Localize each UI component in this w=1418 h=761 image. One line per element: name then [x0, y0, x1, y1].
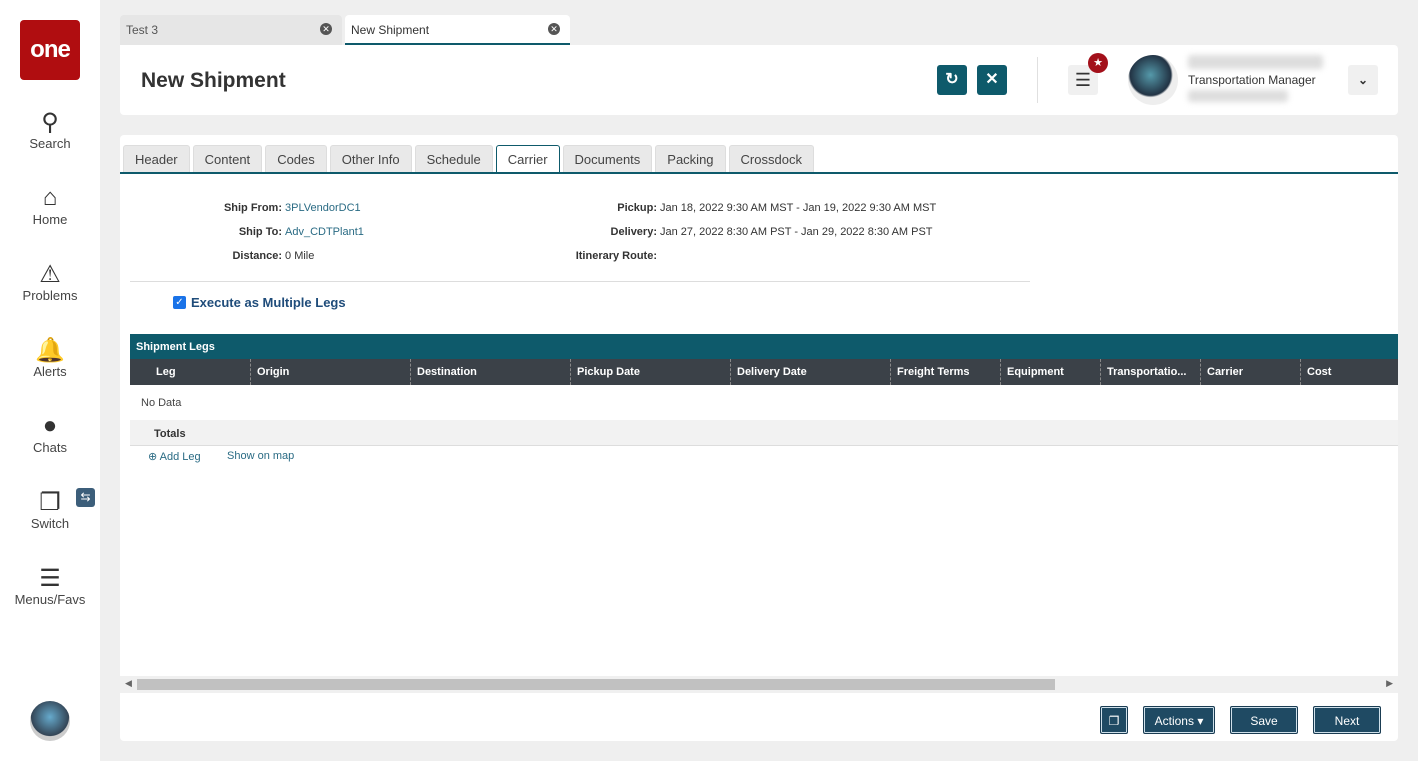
tab-bar: Header Content Codes Other Info Schedule… — [123, 145, 814, 174]
add-leg-link[interactable]: ⊕ Add Leg — [148, 450, 201, 463]
save-button[interactable]: Save — [1230, 706, 1298, 734]
scroll-left-icon[interactable]: ◀ — [125, 678, 132, 689]
bell-icon: 🔔 — [35, 337, 65, 364]
tab-other-info[interactable]: Other Info — [329, 145, 412, 172]
copy-icon: ❐ — [1108, 714, 1120, 728]
user-dropdown-button[interactable]: ⌄ — [1348, 65, 1378, 95]
tab-crossdock[interactable]: Crossdock — [728, 145, 814, 172]
page-title: New Shipment — [141, 69, 286, 92]
chat-icon: ● — [42, 412, 58, 439]
nav-label: Menus/Favs — [14, 592, 86, 607]
copy-button[interactable]: ❐ — [1100, 706, 1128, 734]
tab-codes[interactable]: Codes — [265, 145, 327, 172]
user-role: Transportation Manager — [1188, 73, 1316, 87]
col-destination[interactable]: Destination — [410, 359, 570, 385]
itinerary-label: Itinerary Route: — [575, 250, 657, 262]
star-badge-icon: ★ — [1088, 53, 1108, 73]
show-on-map-link[interactable]: Show on map — [227, 450, 294, 462]
col-leg[interactable]: Leg — [150, 359, 250, 385]
refresh-button[interactable]: ↻ — [937, 65, 967, 95]
grid-totals: Totals — [130, 420, 1398, 446]
distance-number: 0 — [285, 250, 292, 262]
ship-to-link[interactable]: Adv_CDTPlant1 — [285, 226, 364, 238]
nav-home[interactable]: ⌂ Home — [0, 184, 100, 227]
tab-schedule[interactable]: Schedule — [414, 145, 493, 172]
close-tab-icon[interactable]: ✕ — [320, 23, 332, 35]
switch-badge-icon[interactable]: ⇆ — [76, 488, 95, 507]
col-delivery-date[interactable]: Delivery Date — [730, 359, 890, 385]
nav-search[interactable]: ⚲ Search — [0, 108, 100, 151]
distance-value: 0 Mile — [285, 250, 314, 262]
scroll-right-icon[interactable]: ▶ — [1386, 678, 1393, 689]
grid-empty: No Data — [141, 397, 182, 409]
warning-icon: ⚠ — [39, 261, 61, 288]
actions-label: Actions — [1154, 714, 1194, 728]
close-tab-icon[interactable]: ✕ — [548, 23, 560, 35]
nav-problems[interactable]: ⚠ Problems — [0, 260, 100, 303]
divider — [1037, 57, 1038, 103]
grid-header: Leg Origin Destination Pickup Date Deliv… — [130, 359, 1398, 385]
logo[interactable]: one — [20, 20, 80, 80]
delivery-value: Jan 27, 2022 8:30 AM PST - Jan 29, 2022 … — [660, 226, 933, 238]
tab-underline — [120, 172, 1398, 174]
nav-alerts[interactable]: 🔔 Alerts — [0, 336, 100, 379]
nav-label: Chats — [33, 440, 67, 455]
close-button[interactable]: ✕ — [977, 65, 1007, 95]
nav-label: Search — [29, 136, 71, 151]
nav-label: Home — [32, 212, 68, 227]
scroll-thumb[interactable] — [137, 679, 1055, 690]
tab-header[interactable]: Header — [123, 145, 190, 172]
top-tab-new-shipment[interactable]: New Shipment ✕ — [345, 15, 570, 45]
col-equipment[interactable]: Equipment — [1000, 359, 1100, 385]
blurred-user-org — [1188, 90, 1288, 102]
execute-multiple-legs-checkbox[interactable]: ✓ — [173, 296, 186, 309]
ship-to-label: Ship To: — [238, 226, 282, 238]
nav-chats[interactable]: ● Chats — [0, 412, 100, 455]
execute-multiple-legs-label[interactable]: Execute as Multiple Legs — [191, 295, 346, 310]
main-panel: Header Content Codes Other Info Schedule… — [120, 135, 1398, 741]
ship-from-link[interactable]: 3PLVendorDC1 — [285, 202, 361, 214]
col-pickup-date[interactable]: Pickup Date — [570, 359, 730, 385]
col-cost[interactable]: Cost — [1300, 359, 1398, 385]
horizontal-scrollbar[interactable]: ◀ ▶ — [120, 676, 1398, 693]
tab-documents[interactable]: Documents — [562, 145, 653, 172]
delivery-label: Delivery: — [610, 226, 657, 238]
plus-circle-icon: ⊕ — [148, 451, 158, 463]
pickup-label: Pickup: — [617, 202, 657, 214]
menu-icon: ☰ — [39, 565, 61, 592]
col-transportation[interactable]: Transportatio... — [1100, 359, 1200, 385]
next-button[interactable]: Next — [1313, 706, 1381, 734]
grid-title: Shipment Legs — [130, 334, 1398, 359]
pickup-value: Jan 18, 2022 9:30 AM MST - Jan 19, 2022 … — [660, 202, 937, 214]
user-avatar[interactable] — [30, 701, 70, 741]
tab-carrier[interactable]: Carrier — [495, 145, 560, 174]
col-origin[interactable]: Origin — [250, 359, 410, 385]
tab-content[interactable]: Content — [192, 145, 263, 172]
blurred-user-name — [1188, 55, 1323, 69]
add-leg-label: Add Leg — [159, 451, 201, 463]
col-freight-terms[interactable]: Freight Terms — [890, 359, 1000, 385]
ship-from-label: Ship From: — [223, 202, 282, 214]
search-icon: ⚲ — [41, 109, 59, 136]
tab-label: Test 3 — [126, 23, 159, 37]
nav-label: Alerts — [33, 364, 67, 379]
distance-label: Distance: — [232, 250, 282, 262]
tab-label: New Shipment — [351, 23, 430, 37]
nav-menus[interactable]: ☰ Menus/Favs — [0, 564, 100, 607]
nav-label: Problems — [22, 288, 78, 303]
page-header: New Shipment ↻ ✕ ☰ ★ Transportation Mana… — [120, 45, 1398, 115]
distance-unit: Mile — [294, 250, 315, 262]
col-carrier[interactable]: Carrier — [1200, 359, 1300, 385]
home-icon: ⌂ — [42, 184, 58, 211]
avatar[interactable] — [1128, 55, 1178, 105]
top-tab-test3[interactable]: Test 3 ✕ — [120, 15, 342, 45]
sidebar: one ⚲ Search ⌂ Home ⚠ Problems 🔔 Alerts ● Cha… — [0, 0, 100, 761]
actions-button[interactable]: Actions ▾ — [1143, 706, 1215, 734]
divider — [130, 281, 1030, 282]
caret-down-icon: ▾ — [1197, 714, 1204, 728]
tab-packing[interactable]: Packing — [655, 145, 726, 172]
nav-label: Switch — [30, 516, 70, 531]
